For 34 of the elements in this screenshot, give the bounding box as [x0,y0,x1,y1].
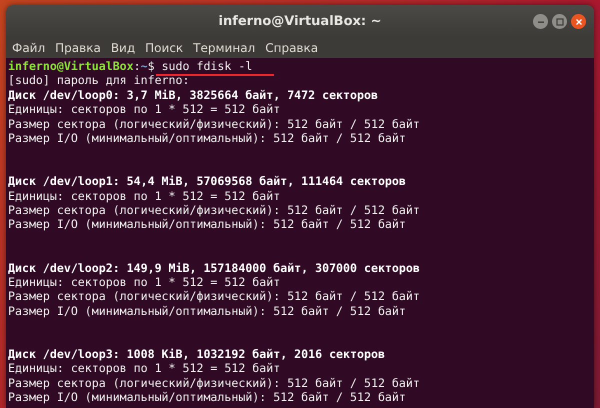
output-line: Единицы: секторов по 1 * 512 = 512 байт [8,274,282,290]
menu-item[interactable]: Терминал [193,40,256,54]
menu-item[interactable]: Файл [12,40,46,54]
output-line: Размер сектора (логический/физический): 512 байт / 512 байт [8,202,421,218]
output-line: Единицы: секторов по 1 * 512 = 512 байт [8,102,282,117]
close-icon [574,18,582,26]
prompt-separator: : [134,59,141,73]
output-line: Размер I/O (минимальный/оптимальный): 512 байт / 512 байт [8,130,407,146]
close-button[interactable] [571,14,586,29]
output-line: Размер I/O (минимальный/оптимальный): 512 байт / 512 байт [8,217,407,232]
output-line: Размер I/O (минимальный/оптимальный): 512 байт / 512 байт [8,390,407,404]
menu-item[interactable]: Правка [55,40,101,54]
command-text: sudo fdisk -l [162,59,252,73]
disk-header-line: Диск /dev/loop3: 1008 KiB, 1032192 байт, 2016 секторов [8,346,386,362]
prompt-symbol: $ [148,59,155,73]
prompt-path: ~ [140,59,148,73]
output-line: Размер сектора (логический/физический): 512 байт / 512 байт [8,116,421,131]
output-line: Единицы: секторов по 1 * 512 = 512 байт [8,361,282,376]
menu-item[interactable]: Справка [265,40,318,54]
minimize-button[interactable] [533,14,548,29]
maximize-button[interactable] [552,14,567,29]
output-line: [sudo] пароль для inferno: [8,73,190,88]
window-title: inferno@VirtualBox: ~ [218,14,382,28]
output-line: Единицы: секторов по 1 * 512 = 512 байт [8,188,282,203]
menu-item[interactable]: Поиск [145,40,184,54]
output-line: Размер сектора (логический/физический): 512 байт / 512 байт [8,376,421,390]
output-line: Размер сектора (логический/физический): 512 байт / 512 байт [8,289,421,304]
disk-header-line: Диск /dev/loop2: 149,9 MiB, 157184000 байт, 307000 секторов [8,260,421,275]
prompt-user-host: inferno@VirtualBox [8,59,134,73]
menu-item[interactable]: Вид [110,40,136,54]
output-line: Размер I/O (минимальный/оптимальный): 512 байт / 512 байт [8,304,407,318]
disk-header-line: Диск /dev/loop1: 54,4 MiB, 57069568 байт, 111464 секторов [8,174,407,189]
disk-header-line: Диск /dev/loop0: 3,7 MiB, 3825664 байт, 7472 секторов [8,88,379,102]
maximize-icon [556,18,564,26]
